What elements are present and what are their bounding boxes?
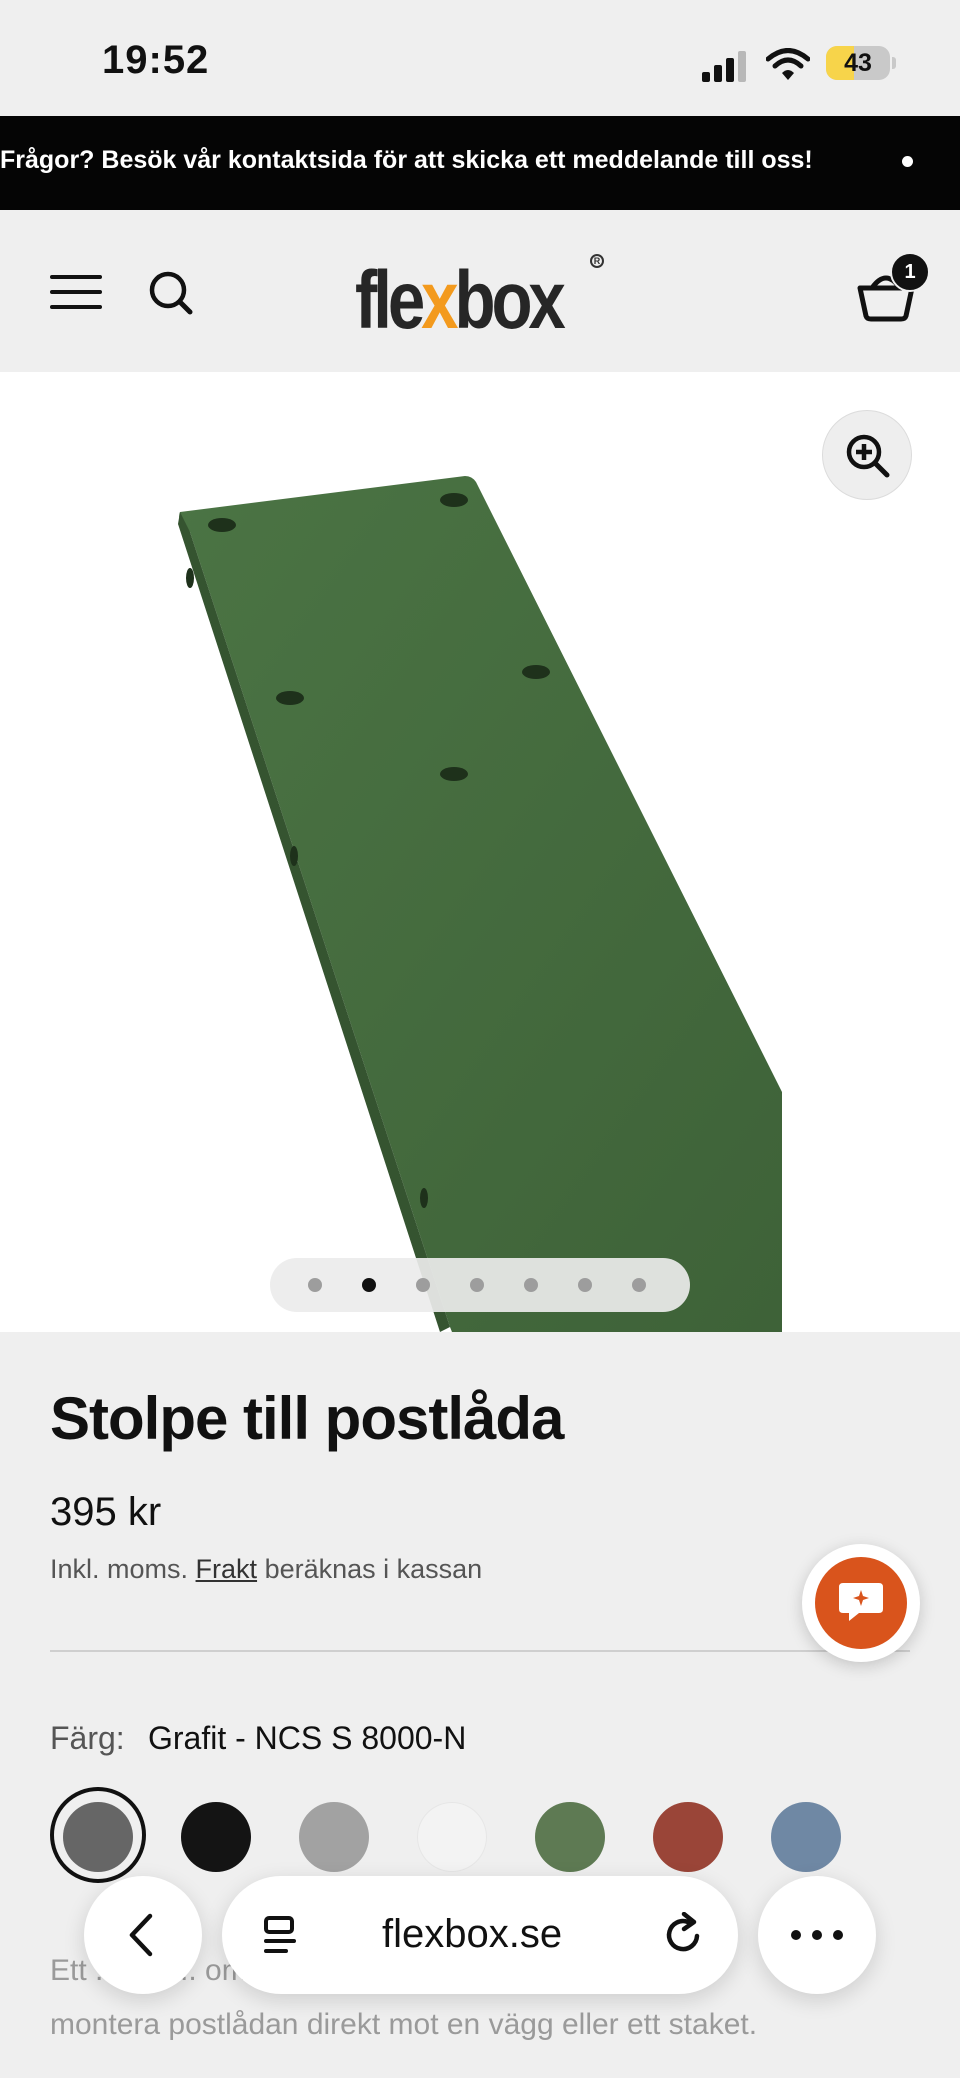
product-gallery[interactable] <box>0 372 960 1332</box>
shipping-link[interactable]: Frakt <box>196 1554 258 1584</box>
status-time: 19:52 <box>102 38 210 82</box>
reader-mode-icon[interactable] <box>260 1914 302 1956</box>
divider <box>50 1650 910 1652</box>
gallery-dot[interactable] <box>308 1278 322 1292</box>
more-button[interactable] <box>758 1876 876 1994</box>
description-line-2: montera postlådan direkt mot en vägg ell… <box>50 2008 758 2041</box>
cellular-signal-icon <box>702 51 746 82</box>
gallery-dot[interactable] <box>470 1278 484 1292</box>
url-text[interactable]: flexbox.se <box>382 1912 562 1957</box>
site-header: flexbox R 1 <box>0 210 960 372</box>
product-price: 395 kr <box>50 1490 162 1534</box>
color-swatch[interactable] <box>535 1802 605 1872</box>
gallery-pagination <box>270 1258 690 1312</box>
product-image[interactable] <box>0 372 960 1332</box>
hamburger-menu-icon[interactable] <box>48 272 104 312</box>
tax-shipping-note: Inkl. moms. Frakt beräknas i kassan <box>50 1554 482 1585</box>
registered-mark: R <box>590 254 604 268</box>
color-value: Grafit - NCS S 8000-N <box>148 1720 467 1756</box>
gallery-dot[interactable] <box>578 1278 592 1292</box>
battery-cap <box>892 57 896 69</box>
zoom-in-icon <box>846 434 890 478</box>
chat-button[interactable] <box>802 1544 920 1662</box>
address-bar[interactable]: flexbox.se <box>222 1876 738 1994</box>
ellipsis-icon <box>791 1930 843 1940</box>
product-title: Stolpe till postlåda <box>50 1385 564 1452</box>
color-swatch[interactable] <box>653 1802 723 1872</box>
battery-percent: 43 <box>844 49 872 77</box>
chevron-left-icon <box>129 1913 153 1957</box>
chat-button-inner <box>815 1557 907 1649</box>
announcement-text[interactable]: Frågor? Besök vår kontaktsida för att sk… <box>0 146 813 175</box>
cart-count-badge[interactable]: 1 <box>890 252 930 292</box>
wifi-icon <box>766 48 810 80</box>
status-bar: 19:52 43 <box>0 0 960 116</box>
gallery-dot[interactable] <box>524 1278 538 1292</box>
announcement-indicator <box>902 156 913 167</box>
gallery-dot[interactable] <box>632 1278 646 1292</box>
color-swatch[interactable] <box>63 1802 133 1872</box>
zoom-button[interactable] <box>822 410 912 500</box>
gallery-dot[interactable] <box>416 1278 430 1292</box>
flexbox-logo[interactable]: flexbox <box>355 255 566 346</box>
color-label: Färg: <box>50 1720 125 1756</box>
tax-note: Inkl. moms. <box>50 1554 189 1584</box>
color-swatch[interactable] <box>299 1802 369 1872</box>
tax-note-suffix: beräknas i kassan <box>264 1554 483 1584</box>
chat-bubble-icon <box>839 1583 883 1621</box>
status-icons: 43 <box>700 44 900 84</box>
reload-icon[interactable] <box>660 1912 706 1958</box>
logo-text-end: box <box>454 255 565 346</box>
gallery-dot[interactable] <box>362 1278 376 1292</box>
color-swatch[interactable] <box>181 1802 251 1872</box>
battery-icon: 43 <box>826 46 890 80</box>
search-icon[interactable] <box>148 270 194 316</box>
logo-text-accent: x <box>421 255 458 346</box>
announcement-bar[interactable]: Frågor? Besök vår kontaktsida för att sk… <box>0 116 960 210</box>
logo-text-start: fle <box>355 255 425 346</box>
back-button[interactable] <box>84 1876 202 1994</box>
color-swatch[interactable] <box>771 1802 841 1872</box>
color-swatch[interactable] <box>417 1802 487 1872</box>
browser-toolbar: flexbox.se <box>0 1876 960 1996</box>
